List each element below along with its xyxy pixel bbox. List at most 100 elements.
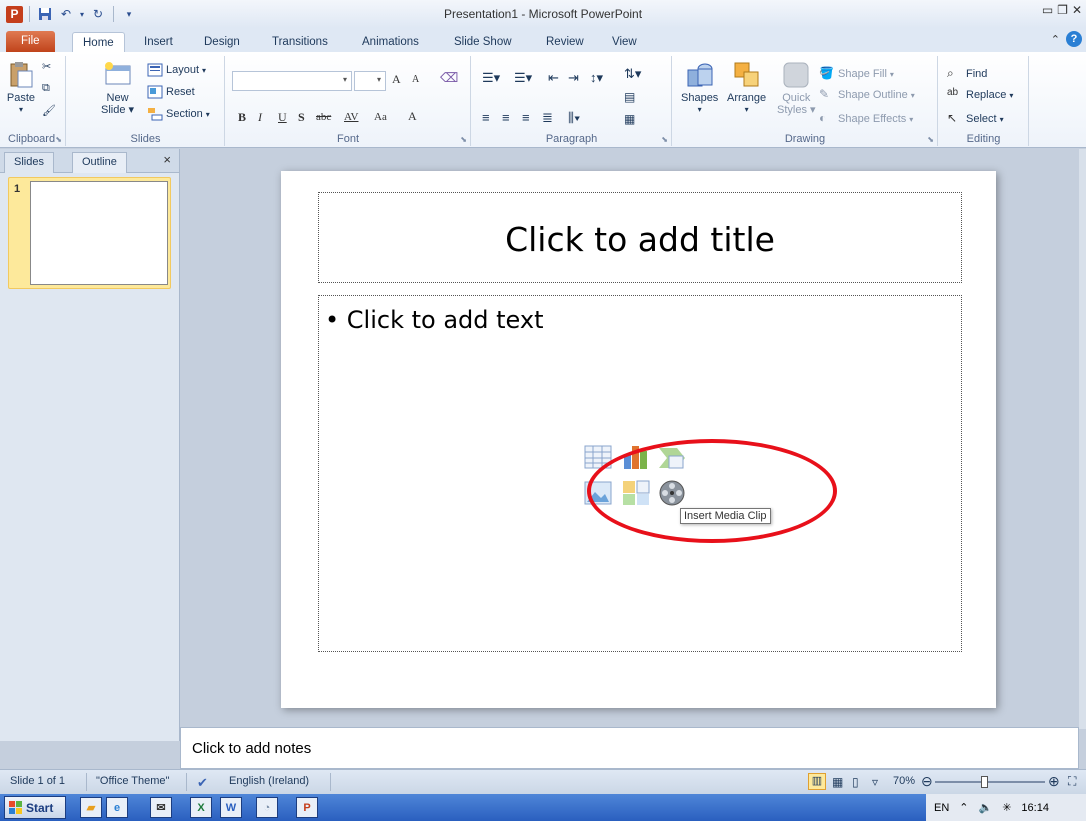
show-hidden-icons-icon[interactable]: ⌃ (959, 801, 968, 814)
font-launcher-icon[interactable]: ⬊ (460, 135, 467, 144)
text-direction-icon[interactable]: ⇅▾ (624, 66, 641, 82)
tab-animations[interactable]: Animations (352, 32, 429, 52)
slide-thumbnail-selected[interactable]: 1 (8, 177, 171, 289)
paint-taskbar-icon[interactable]: ◔ (256, 797, 278, 818)
notes-pane[interactable]: Click to add notes (180, 727, 1079, 769)
find-button[interactable]: ⌕ Find (947, 66, 987, 82)
tab-home[interactable]: Home (72, 32, 125, 52)
font-name-combo[interactable]: ▾ (232, 71, 352, 91)
tab-view[interactable]: View (602, 32, 647, 52)
slides-pane: Slides Outline × 1 (0, 149, 180, 741)
section-button[interactable]: Section ▾ (147, 106, 210, 122)
font-color-button[interactable]: A (408, 109, 417, 124)
close-pane-icon[interactable]: × (163, 152, 171, 167)
smartart-convert-icon[interactable]: ▦ (624, 112, 635, 126)
zoom-slider[interactable] (935, 776, 1045, 788)
text-shadow-button[interactable]: S (298, 110, 305, 125)
volume-icon[interactable]: 🔈 (979, 801, 993, 814)
shrink-font-icon[interactable]: A (412, 74, 419, 85)
title-placeholder[interactable]: Click to add title (318, 192, 962, 283)
tab-design[interactable]: Design (194, 32, 250, 52)
start-button[interactable]: Start (4, 796, 66, 819)
explorer-taskbar-icon[interactable]: ▰ (80, 797, 102, 818)
internet-explorer-taskbar-icon[interactable]: e (106, 797, 128, 818)
columns-icon[interactable]: ⫼▾ (568, 110, 580, 126)
format-painter-icon[interactable]: 🖌 (42, 104, 56, 117)
select-button[interactable]: ↖ Select ▾ (947, 111, 1004, 127)
zoom-slider-thumb[interactable] (981, 776, 989, 788)
increase-indent-icon[interactable]: ⇥ (568, 70, 579, 86)
replace-button[interactable]: ab Replace ▾ (947, 87, 1013, 103)
character-spacing-button[interactable]: AV (344, 111, 358, 123)
spell-check-icon[interactable]: ✔ (197, 775, 208, 791)
zoom-in-icon[interactable]: ⊕ (1048, 773, 1060, 790)
line-spacing-icon[interactable]: ↕▾ (590, 70, 603, 86)
slide-thumbnail[interactable] (30, 181, 168, 285)
bold-button[interactable]: B (238, 110, 246, 125)
tab-transitions[interactable]: Transitions (262, 32, 338, 52)
change-case-button[interactable]: Aa (374, 111, 387, 123)
network-icon[interactable]: ✳ (1002, 801, 1011, 814)
tab-outline[interactable]: Outline (72, 152, 127, 173)
bullets-icon[interactable]: ☰▾ (482, 70, 500, 86)
tab-insert[interactable]: Insert (134, 32, 183, 52)
word-taskbar-icon[interactable]: W (220, 797, 242, 818)
shape-outline-button[interactable]: ✎ Shape Outline ▾ (819, 87, 915, 103)
tab-slide-show[interactable]: Slide Show (444, 32, 522, 52)
tab-slides[interactable]: Slides (4, 152, 54, 173)
minimize-ribbon-icon[interactable]: ⌃ (1051, 33, 1060, 46)
font-size-combo[interactable]: ▾ (354, 71, 386, 91)
slide-show-view-icon[interactable]: ▿ (872, 775, 878, 789)
clipboard-launcher-icon[interactable]: ⬊ (55, 135, 62, 144)
close-window-icon[interactable]: ✕ (1072, 3, 1082, 17)
reading-view-icon[interactable]: ▯ (852, 775, 859, 789)
strikethrough-button[interactable]: abc (316, 111, 331, 123)
fit-to-window-icon[interactable]: ⛶ (1068, 774, 1076, 789)
numbering-icon[interactable]: ☰▾ (514, 70, 532, 86)
input-language[interactable]: EN (934, 802, 949, 814)
help-icon[interactable]: ? (1066, 31, 1082, 47)
excel-taskbar-icon[interactable]: X (190, 797, 212, 818)
slide-sorter-view-icon[interactable]: ▦ (832, 775, 843, 789)
align-left-icon[interactable]: ≡ (482, 110, 490, 125)
theme-status[interactable]: "Office Theme" (96, 775, 169, 787)
arrange-button[interactable]: Arrange ▾ (727, 60, 766, 116)
italic-button[interactable]: I (258, 110, 262, 125)
cursor-arrow-icon: ↖ (947, 111, 958, 125)
font-size-dropdown-icon[interactable]: ▾ (377, 75, 381, 84)
shapes-button[interactable]: Shapes ▾ (681, 60, 718, 116)
align-text-icon[interactable]: ▤ (624, 90, 635, 104)
drawing-launcher-icon[interactable]: ⬊ (927, 135, 934, 144)
zoom-level[interactable]: 70% (893, 775, 915, 787)
font-name-dropdown-icon[interactable]: ▾ (343, 75, 347, 84)
quick-styles-button[interactable]: Quick Styles ▾ (777, 60, 816, 116)
paragraph-launcher-icon[interactable]: ⬊ (661, 135, 668, 144)
shape-fill-button[interactable]: 🪣 Shape Fill ▾ (819, 66, 894, 82)
copy-icon[interactable]: ⧉ (42, 82, 50, 95)
tab-review[interactable]: Review (536, 32, 594, 52)
vertical-scrollbar[interactable] (1079, 149, 1086, 729)
clock[interactable]: 16:14 (1021, 802, 1049, 814)
align-center-icon[interactable]: ≡ (502, 110, 510, 125)
underline-button[interactable]: U (278, 110, 287, 125)
layout-button[interactable]: Layout ▾ (147, 62, 206, 78)
new-slide-button[interactable]: New Slide ▾ (101, 60, 134, 116)
shape-effects-button[interactable]: ◐ Shape Effects ▾ (819, 111, 913, 127)
slide-canvas[interactable]: Click to add title • Click to add text I… (281, 171, 996, 708)
outlook-taskbar-icon[interactable]: ✉ (150, 797, 172, 818)
justify-icon[interactable]: ≣ (542, 110, 553, 126)
align-right-icon[interactable]: ≡ (522, 110, 530, 125)
cut-icon[interactable]: ✂ (42, 60, 51, 73)
paste-button[interactable]: Paste ▾ (6, 60, 36, 116)
tab-file[interactable]: File (6, 31, 55, 52)
reset-button[interactable]: Reset (147, 84, 195, 100)
restore-icon[interactable]: ❐ (1057, 3, 1068, 17)
language-status[interactable]: English (Ireland) (229, 775, 309, 787)
powerpoint-taskbar-icon[interactable]: P (296, 797, 318, 818)
grow-font-icon[interactable]: A (392, 72, 401, 87)
minimize-icon[interactable]: ▭ (1042, 3, 1053, 17)
clear-formatting-icon[interactable]: ⌫ (440, 70, 458, 86)
normal-view-icon[interactable]: ▥ (808, 773, 826, 790)
decrease-indent-icon[interactable]: ⇤ (548, 70, 559, 86)
zoom-out-icon[interactable]: ⊖ (921, 773, 933, 790)
